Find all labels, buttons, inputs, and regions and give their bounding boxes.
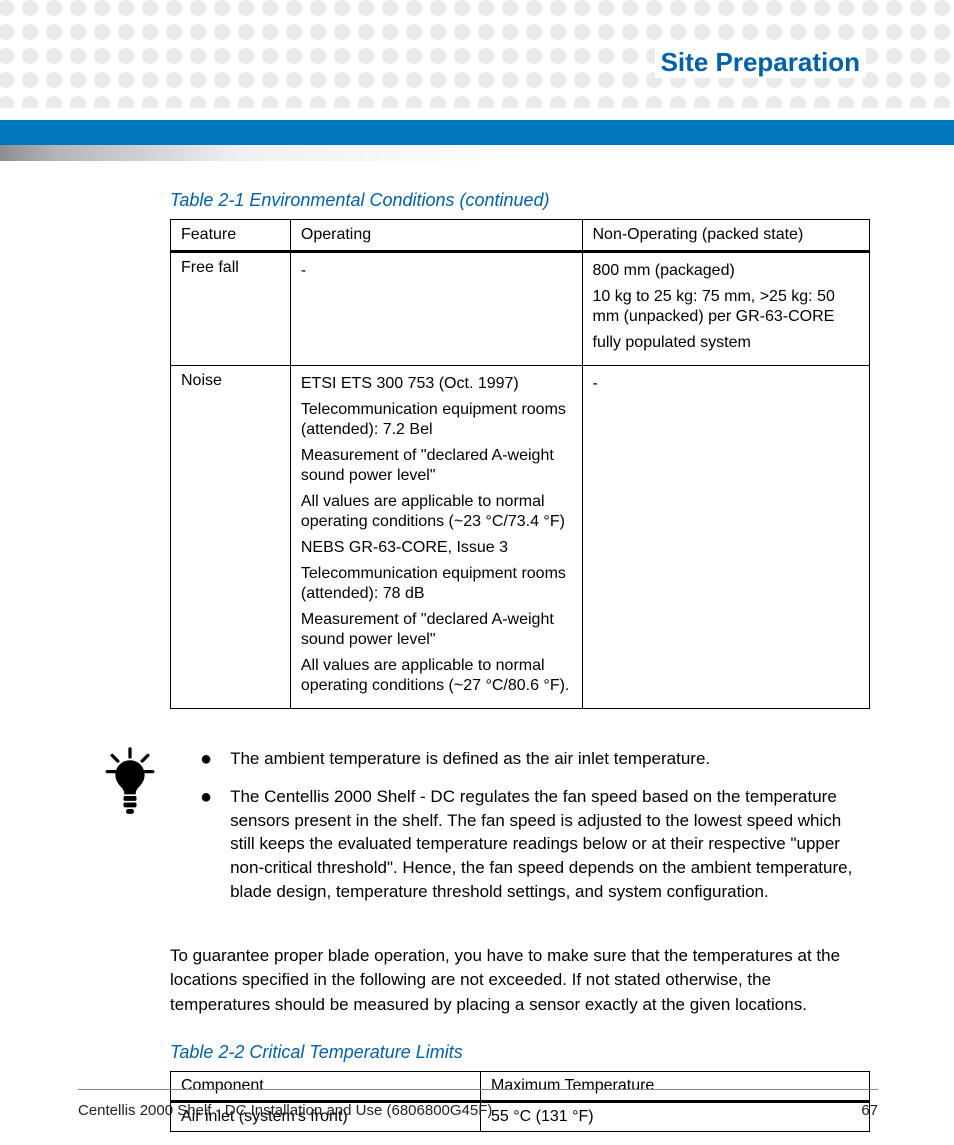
bullet-icon: ● — [200, 787, 212, 904]
th-operating: Operating — [290, 220, 582, 252]
cell-feature: Noise — [171, 366, 291, 709]
body-paragraph: To guarantee proper blade operation, you… — [170, 944, 870, 1018]
cell-operating: ETSI ETS 300 753 (Oct. 1997) Telecommuni… — [290, 366, 582, 709]
cell-feature: Free fall — [171, 252, 291, 366]
page: Site Preparation Table 2-1 Environmental… — [0, 0, 954, 1145]
cell-non-operating: - — [582, 366, 870, 709]
section-title: Site Preparation — [655, 47, 866, 78]
footer-page-number: 67 — [861, 1102, 878, 1119]
table-2-1-caption: Table 2-1 Environmental Conditions (cont… — [170, 190, 870, 211]
table-row: Noise ETSI ETS 300 753 (Oct. 1997) Telec… — [171, 366, 870, 709]
lightbulb-icon — [100, 747, 160, 918]
bullet-text: The ambient temperature is defined as th… — [230, 747, 710, 771]
header-silver-bar — [0, 145, 954, 161]
table-header-row: Component Maximum Temperature — [171, 1071, 870, 1101]
th-feature: Feature — [171, 220, 291, 252]
bullet-text: The Centellis 2000 Shelf - DC regulates … — [230, 785, 870, 904]
tip-bullet-list: ● The ambient temperature is defined as … — [200, 747, 870, 918]
content-area: Table 2-1 Environmental Conditions (cont… — [170, 186, 870, 1132]
table-2-1: Feature Operating Non-Operating (packed … — [170, 219, 870, 709]
footer-rule — [78, 1089, 878, 1090]
page-footer: Centellis 2000 Shelf - DC Installation a… — [78, 1102, 878, 1119]
th-non-operating: Non-Operating (packed state) — [582, 220, 870, 252]
table-row: Free fall - 800 mm (packaged) 10 kg to 2… — [171, 252, 870, 366]
footer-doc-title: Centellis 2000 Shelf - DC Installation a… — [78, 1102, 492, 1119]
cell-operating: - — [290, 252, 582, 366]
th-max-temp: Maximum Temperature — [481, 1071, 870, 1101]
tip-block: ● The ambient temperature is defined as … — [170, 747, 870, 918]
list-item: ● The ambient temperature is defined as … — [200, 747, 870, 771]
bullet-icon: ● — [200, 749, 212, 771]
table-header-row: Feature Operating Non-Operating (packed … — [171, 220, 870, 252]
list-item: ● The Centellis 2000 Shelf - DC regulate… — [200, 785, 870, 904]
cell-non-operating: 800 mm (packaged) 10 kg to 25 kg: 75 mm,… — [582, 252, 870, 366]
th-component: Component — [171, 1071, 481, 1101]
table-2-2-caption: Table 2-2 Critical Temperature Limits — [170, 1042, 870, 1063]
header-blue-bar — [0, 120, 954, 145]
